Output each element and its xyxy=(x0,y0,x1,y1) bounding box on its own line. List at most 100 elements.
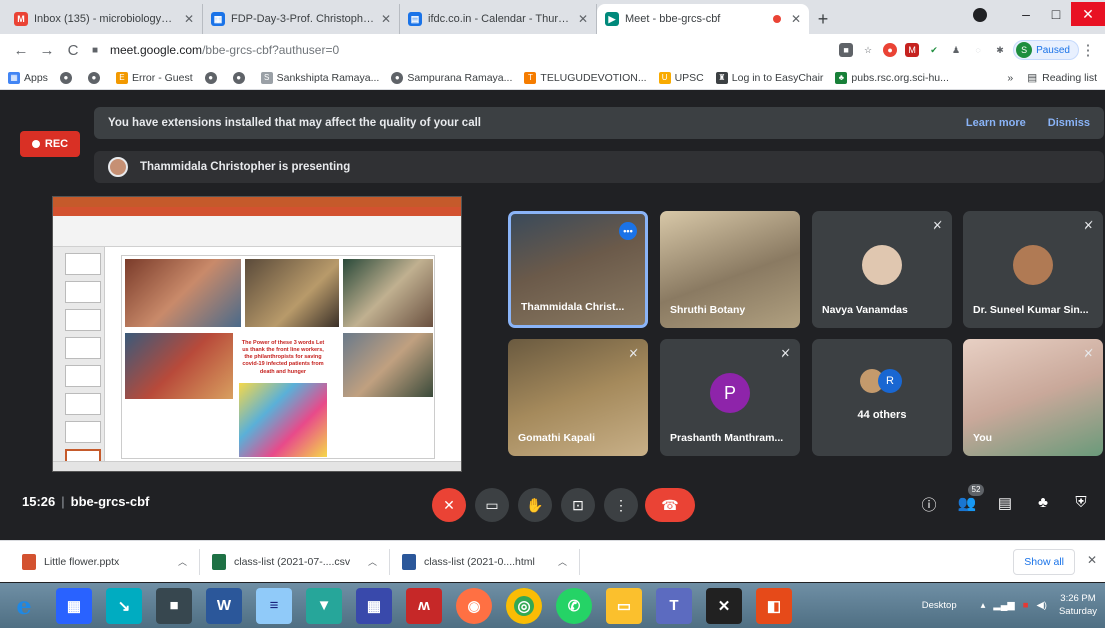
close-icon[interactable]: ✕ xyxy=(578,12,588,26)
participant-tile[interactable]: ✕̸ P Prashanth Manthram... xyxy=(660,339,800,456)
bookmark-upsc[interactable]: U UPSC xyxy=(658,71,704,84)
extension-mail-icon[interactable]: M xyxy=(905,43,920,57)
tab-gmail[interactable]: M Inbox (135) - microbiology@ifdc ✕ xyxy=(6,4,203,34)
bookmark-globe-2[interactable]: ● xyxy=(87,71,104,84)
more-bookmarks-button[interactable]: » xyxy=(1007,72,1013,84)
participant-tile[interactable]: Shruthi Botany xyxy=(660,211,800,328)
reload-button[interactable]: C xyxy=(60,42,86,59)
tool-icon[interactable]: ▼ xyxy=(306,587,342,624)
bookmark-globe-1[interactable]: ● xyxy=(59,71,76,84)
bookmark-sampurana[interactable]: ● Sampurana Ramaya... xyxy=(391,71,512,84)
maths-app-icon[interactable]: ʍ xyxy=(406,587,442,624)
chevron-up-icon[interactable]: ︿ xyxy=(558,555,567,568)
close-icon[interactable]: ✕ xyxy=(184,12,194,26)
reading-list-button[interactable]: Reading list xyxy=(1042,72,1097,84)
bookmark-pubs[interactable]: ♣ pubs.rsc.org.sci-hu... xyxy=(835,71,949,84)
download-item[interactable]: class-list (2021-07-....csv ︿ xyxy=(200,548,390,575)
lock-icon[interactable]: ■ xyxy=(92,45,104,56)
maximize-button[interactable]: □ xyxy=(1041,2,1071,26)
profile-icon[interactable] xyxy=(973,8,987,22)
tray-arrow-icon[interactable]: ▴ xyxy=(981,600,986,611)
mic-toggle-button[interactable]: ✕ xyxy=(432,488,466,522)
participant-name: Gomathi Kapali xyxy=(518,432,596,444)
chevron-up-icon[interactable]: ︿ xyxy=(178,555,187,568)
extension-spinner-icon[interactable]: ◌ xyxy=(971,43,985,57)
desktop-toolbar[interactable]: Desktop xyxy=(922,600,957,611)
download-item[interactable]: class-list (2021-0....html ︿ xyxy=(390,548,580,575)
raise-hand-button[interactable]: ✋ xyxy=(518,488,552,522)
tab-meet[interactable]: ▶ Meet - bbe-grcs-cbf ✕ xyxy=(597,4,809,34)
grid-app-icon[interactable]: ▦ xyxy=(356,587,392,624)
url-input[interactable]: ■ meet.google.com/bbe-grcs-cbf?authuser=… xyxy=(92,38,839,62)
menu-icon[interactable]: ⋮ xyxy=(1079,41,1097,59)
star-icon[interactable]: ☆ xyxy=(861,43,875,57)
word-icon[interactable]: W xyxy=(206,587,242,624)
download-item[interactable]: Little flower.pptx ︿ xyxy=(10,548,200,575)
chrome-icon[interactable]: ◎ xyxy=(506,587,542,624)
participant-name: Navya Vanamdas xyxy=(822,304,908,316)
new-tab-button[interactable]: + xyxy=(809,4,837,34)
leave-call-button[interactable]: ☎ xyxy=(645,488,695,522)
chevron-up-icon[interactable]: ︿ xyxy=(368,555,377,568)
window-close-button[interactable]: ✕ xyxy=(1071,2,1105,26)
bookmark-globe-4[interactable]: ● xyxy=(232,71,249,84)
participant-tile[interactable]: ••• Thammidala Christ... xyxy=(508,211,648,328)
camera-indicator-icon[interactable]: ■ xyxy=(839,43,854,57)
notepad-icon[interactable]: ≡ xyxy=(256,587,292,624)
more-options-button[interactable]: ⋮ xyxy=(604,488,638,522)
folder-icon[interactable]: ▭ xyxy=(606,587,642,624)
snipping-tool-icon[interactable]: ↘ xyxy=(106,587,142,624)
more-options-icon[interactable]: ••• xyxy=(619,222,637,240)
ie-icon[interactable]: e xyxy=(6,588,42,624)
bookmark-apps[interactable]: ▦ Apps xyxy=(8,71,48,84)
media-icon[interactable]: ■ xyxy=(156,587,192,624)
extension-red-icon[interactable]: ● xyxy=(883,43,898,57)
teams-icon[interactable]: T xyxy=(656,587,692,624)
file-explorer-icon[interactable]: ▦ xyxy=(56,587,92,624)
bookmark-easychair[interactable]: ♜ Log in to EasyChair xyxy=(715,71,823,84)
others-tile[interactable]: R 44 others xyxy=(812,339,952,456)
close-icon[interactable]: ✕ xyxy=(381,12,391,26)
host-controls-icon[interactable]: ⛨ xyxy=(1070,494,1092,511)
csv-file-icon xyxy=(212,553,226,570)
puzzle-extensions-icon[interactable]: ✱ xyxy=(993,43,1007,57)
participant-tile[interactable]: ✕̸ Gomathi Kapali xyxy=(508,339,648,456)
network-icon[interactable]: ▂▄▆ xyxy=(993,600,1014,611)
tray-app-icon[interactable]: ■ xyxy=(1023,600,1029,611)
shared-screen[interactable]: The Power of these 3 words Let us thank … xyxy=(52,196,462,472)
tab-calendar[interactable]: ▤ ifdc.co.in - Calendar - Thursday ✕ xyxy=(400,4,597,34)
self-tile[interactable]: ✕̸ You xyxy=(963,339,1103,456)
volume-icon[interactable]: ◀) xyxy=(1036,600,1046,611)
bookmark-globe-3[interactable]: ● xyxy=(204,71,221,84)
learn-more-link[interactable]: Learn more xyxy=(966,117,1026,129)
tab-slides[interactable]: ▦ FDP-Day-3-Prof. Christopher - ✕ xyxy=(203,4,400,34)
present-button[interactable]: ⊡ xyxy=(561,488,595,522)
x-app-icon[interactable]: ✕ xyxy=(706,587,742,624)
activities-icon[interactable]: ♣ xyxy=(1032,494,1054,511)
bookmark-telugudevotion[interactable]: T TELUGUDEVOTION... xyxy=(524,71,647,84)
profile-paused-button[interactable]: S Paused xyxy=(1013,40,1079,60)
bookmark-error-guest[interactable]: E Error - Guest xyxy=(115,71,193,84)
minimize-button[interactable]: – xyxy=(1011,2,1041,26)
extension-person-icon[interactable]: ♟ xyxy=(949,43,963,57)
office-icon[interactable]: ◧ xyxy=(756,587,792,624)
participant-tile[interactable]: ✕̸ Dr. Suneel Kumar Sin... xyxy=(963,211,1103,328)
meeting-details-icon[interactable]: ⓘ xyxy=(918,494,940,515)
hangup-icon: ☎ xyxy=(661,496,679,513)
whatsapp-icon[interactable]: ✆ xyxy=(556,587,592,624)
forward-button[interactable]: → xyxy=(34,42,60,59)
camera-toggle-button[interactable]: ▭ xyxy=(475,488,509,522)
back-button[interactable]: ← xyxy=(8,42,34,59)
clock[interactable]: 3:26 PM Saturday xyxy=(1059,593,1097,619)
firefox-icon[interactable]: ◉ xyxy=(456,587,492,624)
bookmark-sankshipta[interactable]: S Sankshipta Ramaya... xyxy=(260,71,379,84)
chat-icon[interactable]: ▤ xyxy=(994,494,1016,512)
show-all-button[interactable]: Show all xyxy=(1013,549,1075,575)
people-icon[interactable]: 👥 xyxy=(956,494,978,512)
close-icon[interactable]: ✕ xyxy=(791,12,801,26)
participant-tile[interactable]: ✕̸ Navya Vanamdas xyxy=(812,211,952,328)
checkmark-extension-icon[interactable]: ✔ xyxy=(927,43,941,57)
dismiss-button[interactable]: Dismiss xyxy=(1048,117,1090,129)
present-screen-icon: ⊡ xyxy=(572,496,584,513)
close-downloads-button[interactable]: ✕ xyxy=(1087,553,1097,567)
